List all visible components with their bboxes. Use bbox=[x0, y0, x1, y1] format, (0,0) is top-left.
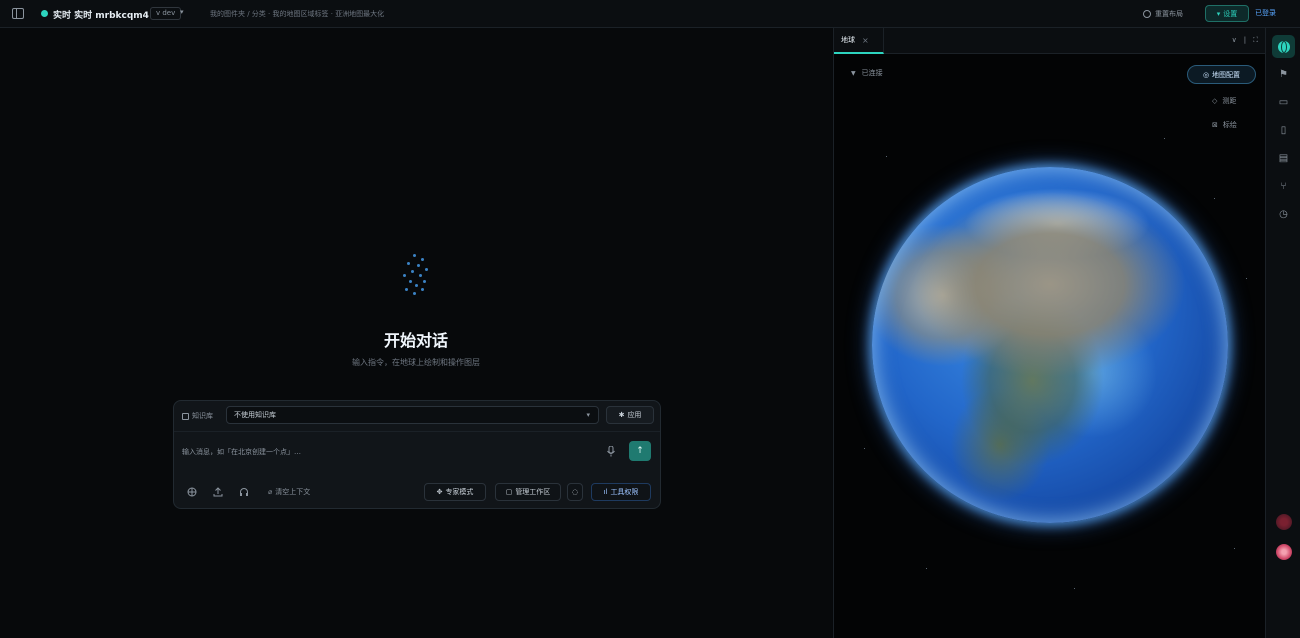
tab-globe-label: 地球 bbox=[841, 36, 855, 44]
upload-icon[interactable] bbox=[211, 485, 225, 499]
clock-icon: ◷ bbox=[1279, 209, 1288, 220]
env-badge[interactable]: v dev bbox=[150, 7, 182, 20]
flag-icon: ⚑ bbox=[1279, 69, 1288, 80]
rail-item-file[interactable]: ▯ bbox=[1272, 119, 1295, 142]
clipboard-icon: ▤ bbox=[1278, 153, 1289, 164]
folder-icon: ▢ bbox=[505, 488, 513, 496]
globe-icon bbox=[1277, 40, 1290, 53]
expert-mode-label: 专家模式 bbox=[445, 488, 474, 496]
diamond-icon: ◇ bbox=[1212, 97, 1218, 105]
status-dot bbox=[41, 10, 48, 17]
map-panel: 地球 × ∨ | ⛶ ▼ 已连接 ◎ 地图配置 ◇ 测距 ⊠ 标绘 bbox=[833, 28, 1265, 638]
expert-mode-button[interactable]: ✥ 专家模式 bbox=[424, 483, 486, 501]
globe-icon[interactable] bbox=[185, 485, 199, 499]
chevron-down-icon: ▾ bbox=[1216, 9, 1221, 18]
apply-button[interactable]: ✱ 应用 bbox=[606, 406, 654, 424]
rail-item-branch[interactable]: ⑂ bbox=[1272, 175, 1295, 198]
settings-label: 设置 bbox=[1223, 9, 1238, 18]
cross-icon: ⊠ bbox=[1212, 121, 1218, 129]
clear-context-button[interactable]: ⌀ 清空上下文 bbox=[268, 487, 310, 497]
measure-label: 测距 bbox=[1222, 97, 1237, 105]
book-icon bbox=[182, 412, 189, 420]
star bbox=[1214, 198, 1215, 199]
rail-item-flag[interactable]: ⚑ bbox=[1272, 63, 1295, 86]
rail-item-folder[interactable]: ▭ bbox=[1272, 91, 1295, 114]
arrow-up-icon: ↑ bbox=[636, 446, 644, 456]
chevron-down-icon[interactable]: ▾ bbox=[180, 8, 184, 16]
layers-icon: ◎ bbox=[1202, 70, 1210, 79]
connection-status[interactable]: ▼ 已连接 bbox=[851, 68, 883, 78]
avatar[interactable] bbox=[1276, 544, 1292, 560]
top-bar: 实时 实时 mrbkcqm4 v dev ▾ 我的图件夹 / 分类 · 我的地图… bbox=[0, 0, 1300, 28]
divider bbox=[174, 431, 660, 432]
clean-icon: ⌀ bbox=[268, 488, 273, 496]
star bbox=[886, 156, 887, 157]
star bbox=[1234, 548, 1235, 549]
history-button[interactable]: ◌ bbox=[567, 483, 583, 501]
draw-label: 标绘 bbox=[1222, 121, 1237, 129]
tools-permission-button[interactable]: ıl 工具权限 bbox=[591, 483, 651, 501]
file-icon: ▯ bbox=[1280, 125, 1287, 136]
map-config-button[interactable]: ◎ 地图配置 bbox=[1187, 65, 1256, 84]
rail-item-history[interactable]: ◷ bbox=[1272, 203, 1295, 226]
sidebar-toggle-icon[interactable] bbox=[12, 8, 24, 19]
app-title: 实时 实时 mrbkcqm4 bbox=[53, 11, 149, 21]
workspace-button[interactable]: ▢ 管理工作区 bbox=[495, 483, 561, 501]
star bbox=[1074, 588, 1075, 589]
workspace-label: 管理工作区 bbox=[515, 488, 551, 496]
chevron-down-icon: ▾ bbox=[586, 411, 590, 419]
caret-down-icon: ▼ bbox=[851, 69, 856, 77]
star bbox=[1164, 138, 1165, 139]
move-icon: ✥ bbox=[436, 488, 443, 496]
rail-item-clipboard[interactable]: ▤ bbox=[1272, 147, 1295, 170]
maximize-icon[interactable]: ⛶ bbox=[1253, 36, 1258, 45]
star bbox=[1246, 278, 1247, 279]
map-tab-controls: ∨ | ⛶ bbox=[1232, 36, 1258, 45]
folder-icon: ▭ bbox=[1278, 97, 1289, 108]
message-composer: 知识库 不使用知识库 ▾ ✱ 应用 ↑ ⌀ 清空上下文 ✥ bbox=[173, 400, 661, 509]
chart-icon: ıl bbox=[603, 488, 608, 496]
apply-label: 应用 bbox=[627, 411, 642, 419]
split-icon[interactable]: | bbox=[1244, 36, 1246, 45]
history-icon: ◌ bbox=[571, 488, 579, 496]
chat-title: 开始对话 bbox=[383, 331, 448, 350]
chat-subtitle: 输入指令，在地球上绘制和操作图层 bbox=[352, 358, 480, 367]
measure-button[interactable]: ◇ 测距 bbox=[1212, 96, 1236, 106]
clear-context-label: 清空上下文 bbox=[275, 488, 311, 496]
rail-item-globe[interactable] bbox=[1272, 35, 1295, 58]
star bbox=[864, 448, 865, 449]
account-link[interactable]: 已登录 bbox=[1255, 8, 1276, 18]
earth-globe[interactable] bbox=[872, 167, 1228, 523]
sparkle-icon: ✱ bbox=[618, 411, 625, 419]
knowledge-base-select[interactable]: 不使用知识库 ▾ bbox=[226, 406, 599, 424]
tab-globe[interactable]: 地球 × bbox=[834, 28, 884, 54]
settings-button[interactable]: ▾ 设置 bbox=[1205, 5, 1249, 22]
send-button[interactable]: ↑ bbox=[629, 441, 651, 461]
microphone-icon[interactable] bbox=[604, 443, 618, 459]
refresh-icon bbox=[1143, 10, 1151, 18]
message-input[interactable] bbox=[182, 441, 592, 463]
knowledge-base-label: 知识库 bbox=[182, 411, 213, 421]
knowledge-base-text: 知识库 bbox=[192, 412, 213, 420]
branch-icon: ⑂ bbox=[1280, 181, 1287, 192]
close-icon[interactable]: × bbox=[862, 36, 869, 45]
right-rail: ⚑ ▭ ▯ ▤ ⑂ ◷ bbox=[1265, 28, 1300, 638]
knowledge-base-selected: 不使用知识库 bbox=[234, 411, 276, 419]
chat-area: 开始对话 输入指令，在地球上绘制和操作图层 知识库 不使用知识库 ▾ ✱ 应用 … bbox=[0, 28, 832, 638]
connection-status-label: 已连接 bbox=[861, 69, 883, 77]
headphones-icon[interactable] bbox=[237, 485, 251, 499]
map-tab-bar: 地球 × ∨ | ⛶ bbox=[834, 28, 1265, 54]
tools-permission-label: 工具权限 bbox=[610, 488, 639, 496]
star bbox=[926, 568, 927, 569]
draw-button[interactable]: ⊠ 标绘 bbox=[1212, 120, 1237, 130]
chevron-down-icon[interactable]: ∨ bbox=[1232, 36, 1237, 45]
reset-layout-label: 重置布局 bbox=[1155, 10, 1183, 18]
breadcrumb: 我的图件夹 / 分类 · 我的地图区域标签 · 亚洲地图最大化 bbox=[210, 10, 385, 18]
reset-layout-button[interactable]: 重置布局 bbox=[1143, 6, 1183, 22]
logo-icon bbox=[395, 250, 431, 298]
avatar[interactable] bbox=[1276, 514, 1292, 530]
map-config-label: 地图配置 bbox=[1212, 70, 1241, 79]
